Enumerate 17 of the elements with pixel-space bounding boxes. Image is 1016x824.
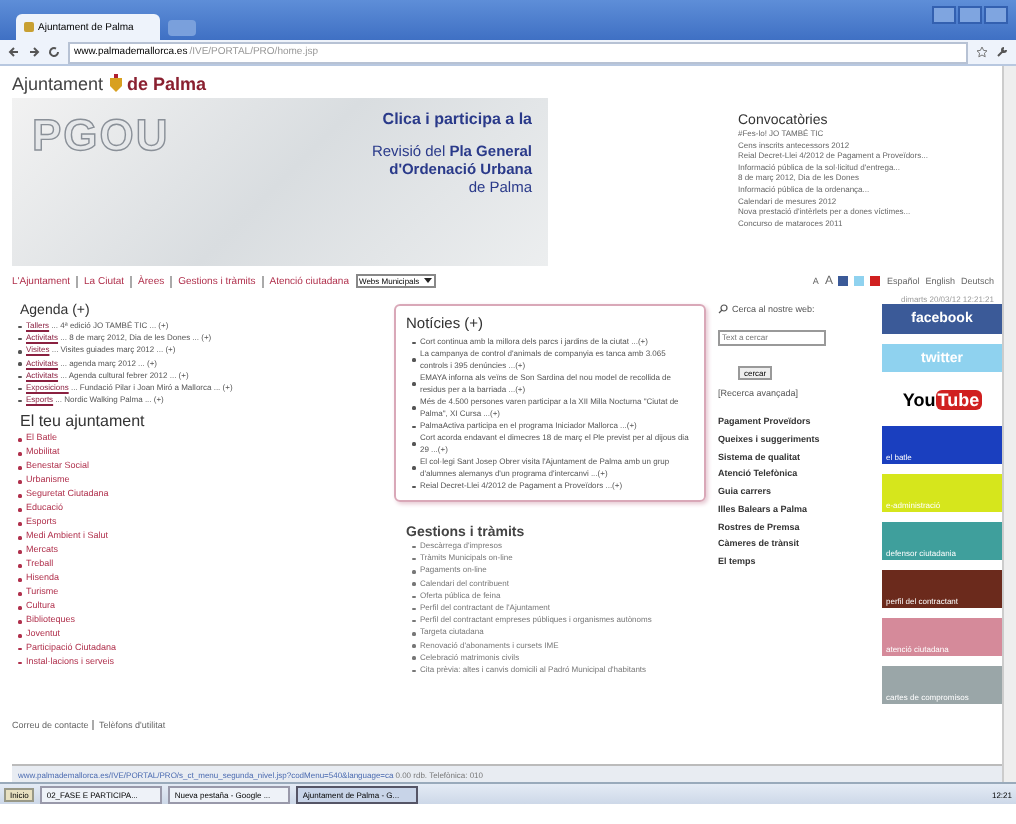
- forward-icon[interactable]: [28, 46, 40, 58]
- star-icon[interactable]: [976, 46, 988, 58]
- caret-icon: [423, 276, 432, 284]
- close-button[interactable]: [984, 6, 1008, 24]
- minimize-button[interactable]: [932, 6, 956, 24]
- search-icon: [718, 304, 728, 314]
- maximize-button[interactable]: [958, 6, 982, 24]
- youtube-banner[interactable]: YouTube: [882, 382, 1002, 416]
- scrollbar[interactable]: [1002, 66, 1016, 782]
- wrench-icon[interactable]: [996, 46, 1008, 58]
- favicon-icon: [24, 22, 34, 32]
- section-title: El teu ajuntament: [20, 412, 147, 431]
- reload-icon[interactable]: [48, 46, 60, 58]
- logo-text: Ajuntament: [12, 74, 104, 94]
- crest-icon: [107, 74, 124, 94]
- back-icon[interactable]: [8, 46, 20, 58]
- logo-text: de Palma: [127, 74, 207, 94]
